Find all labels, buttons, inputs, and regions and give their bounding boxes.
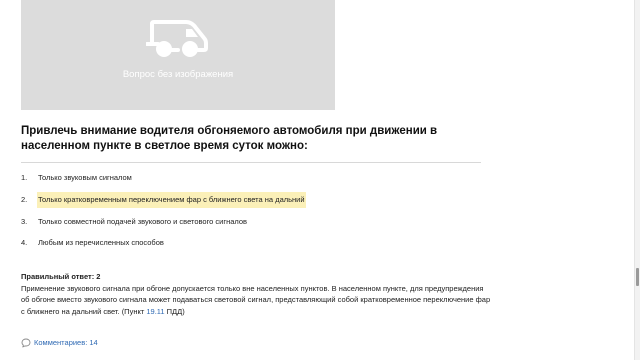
explanation-text: Применение звукового сигнала при обгоне … xyxy=(21,283,491,318)
comments-link[interactable]: Комментариев: 14 xyxy=(21,337,98,349)
question-text: Привлечь внимание водителя обгоняемого а… xyxy=(21,125,438,152)
answer-number: 4. xyxy=(21,238,28,247)
answer-text: Любым из перечисленных способов xyxy=(38,238,164,247)
answer-number: 3. xyxy=(21,217,28,226)
correct-answer-title: Правильный ответ: 2 xyxy=(21,272,101,281)
page-scrollbar[interactable] xyxy=(634,0,640,360)
divider xyxy=(21,162,481,163)
answer-number: 2. xyxy=(21,195,28,204)
answer-number: 1. xyxy=(21,173,28,182)
rule-link[interactable]: 19.11 xyxy=(146,307,164,316)
scrollbar-thumb[interactable] xyxy=(636,268,639,286)
explanation-body: Применение звукового сигнала при обгоне … xyxy=(21,283,491,316)
explanation-tail: ПДД) xyxy=(164,306,185,316)
no-image-label: Вопрос без изображения xyxy=(122,69,234,80)
answer-explanation: Правильный ответ: 2 Применение звукового… xyxy=(21,271,491,317)
answer-text-highlighted: Только кратковременным переключением фар… xyxy=(37,192,306,208)
car-icon xyxy=(146,20,208,57)
comment-bubble-icon xyxy=(21,338,31,348)
answer-text: Только совместной подачей звукового и св… xyxy=(38,217,248,226)
answer-text: Только звуковым сигналом xyxy=(38,173,132,182)
question-image-placeholder: Вопрос без изображения xyxy=(21,0,335,110)
comments-count: Комментариев: 14 xyxy=(34,338,98,347)
